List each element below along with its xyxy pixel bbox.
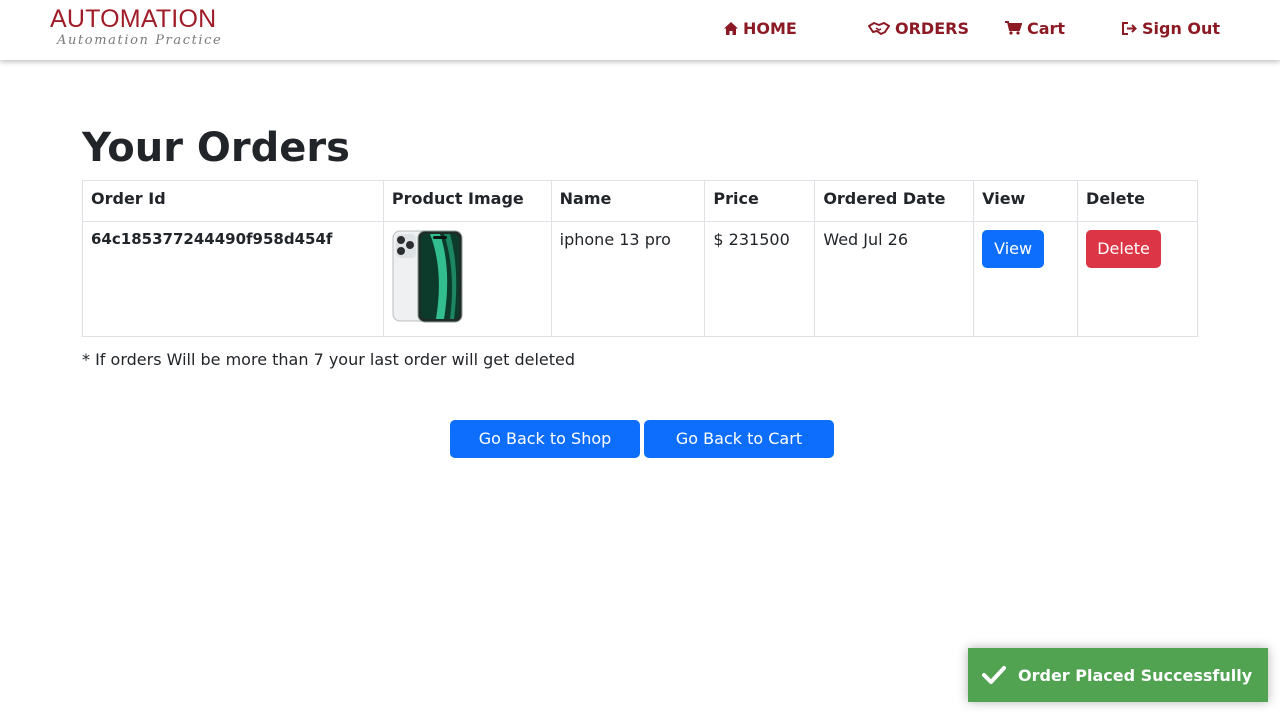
- header-price: Price: [704, 180, 816, 222]
- nav-sign-out-label: Sign Out: [1142, 18, 1221, 38]
- product-image-cell: [382, 221, 552, 337]
- go-back-to-shop-button[interactable]: Go Back to Shop: [450, 420, 640, 458]
- nav-sign-out[interactable]: Sign Out: [1122, 17, 1220, 39]
- page-title: Your Orders: [82, 125, 350, 171]
- brand-logo[interactable]: AUTOMATION Automation Practice: [50, 5, 222, 49]
- home-icon: [724, 21, 738, 35]
- header-view: View: [973, 180, 1079, 222]
- header-name: Name: [550, 180, 706, 222]
- nav-cart[interactable]: Cart: [1005, 17, 1065, 39]
- orders-table: Order Id Product Image Name Price Ordere…: [82, 180, 1198, 337]
- nav-home-label: HOME: [743, 18, 797, 38]
- brand-subtitle: Automation Practice: [57, 33, 223, 48]
- check-icon: [982, 666, 1006, 684]
- go-back-to-cart-button[interactable]: Go Back to Cart: [644, 420, 834, 458]
- delete-button[interactable]: Delete: [1086, 230, 1162, 268]
- price-cell: $ 231500: [704, 221, 816, 337]
- header-ordered-date: Ordered Date: [814, 180, 975, 222]
- sign-out-icon: [1122, 21, 1137, 35]
- header-delete: Delete: [1077, 180, 1198, 222]
- product-name-cell: iphone 13 pro: [550, 221, 706, 337]
- nav-cart-label: Cart: [1027, 18, 1066, 38]
- header-product-image: Product Image: [382, 180, 552, 222]
- top-navbar: AUTOMATION Automation Practice HOME ORDE…: [0, 0, 1280, 60]
- nav-orders[interactable]: ORDERS: [868, 17, 969, 39]
- delete-cell: Delete: [1077, 221, 1198, 337]
- cart-icon: [1005, 21, 1022, 35]
- orders-limit-note: * If orders Will be more than 7 your las…: [82, 350, 576, 369]
- product-image: [392, 230, 463, 323]
- success-toast[interactable]: Order Placed Successfully: [968, 648, 1268, 702]
- nav-home[interactable]: HOME: [724, 17, 797, 39]
- ordered-date-cell: Wed Jul 26: [814, 221, 975, 337]
- toast-message: Order Placed Successfully: [1018, 665, 1253, 685]
- table-header-row: Order Id Product Image Name Price Ordere…: [82, 180, 1198, 222]
- table-row: 64c185377244490f958d454f iphone 13 pro $…: [82, 221, 1198, 337]
- handshake-icon: [868, 22, 890, 35]
- order-id-cell: 64c185377244490f958d454f: [82, 221, 384, 337]
- view-button[interactable]: View: [982, 230, 1045, 268]
- view-cell: View: [973, 221, 1079, 337]
- nav-orders-label: ORDERS: [895, 18, 969, 38]
- brand-title: AUTOMATION: [50, 5, 217, 33]
- header-order-id: Order Id: [82, 180, 384, 222]
